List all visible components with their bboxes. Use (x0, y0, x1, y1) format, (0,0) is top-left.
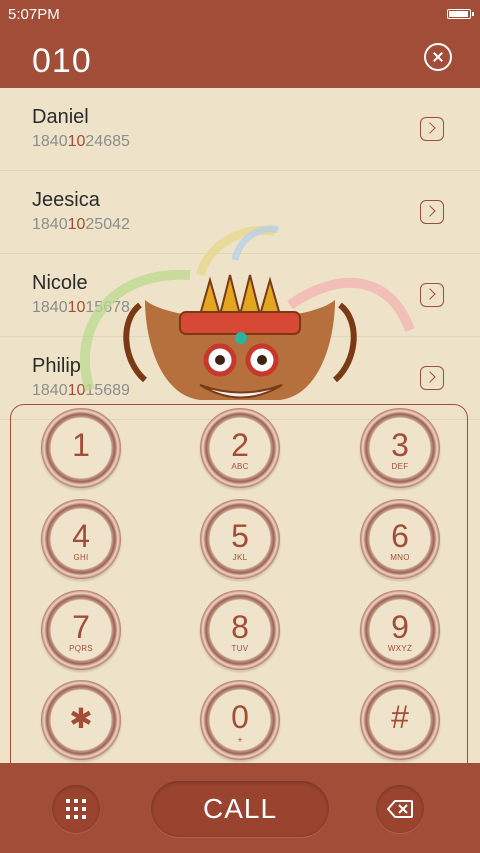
contact-name: Jeesica (32, 189, 100, 211)
key-star[interactable]: ✱ (41, 680, 121, 760)
contact-detail-arrow-icon[interactable] (420, 366, 444, 390)
contact-detail-arrow-icon[interactable] (420, 283, 444, 307)
contact-item-jeesica[interactable]: Jeesica 18401025042 (0, 171, 480, 254)
key-digit: 4 (72, 518, 90, 554)
backspace-button[interactable] (376, 785, 424, 833)
key-digit: 2 (231, 427, 249, 463)
phone-match: 10 (67, 216, 86, 233)
contact-name: Nicole (32, 272, 88, 294)
bottom-action-bar: CALL (0, 763, 480, 853)
dial-header: 010 (0, 28, 480, 88)
key-digit: 9 (391, 609, 409, 645)
contact-detail-arrow-icon[interactable] (420, 200, 444, 224)
contact-suggestions-list: Daniel 18401024685 Jeesica 18401025042 N… (0, 88, 480, 420)
contact-item-daniel[interactable]: Daniel 18401024685 (0, 88, 480, 171)
key-letters: JKL (232, 553, 248, 562)
key-letters: TUV (231, 644, 249, 653)
battery-fill (449, 11, 468, 17)
contact-phone: 18401015689 (32, 382, 130, 400)
key-letters: WXYZ (387, 644, 413, 653)
key-1[interactable]: 1 (41, 408, 121, 488)
contact-phone: 18401025042 (32, 216, 130, 234)
battery-icon (447, 9, 474, 19)
key-letters: ABC (231, 462, 249, 471)
backspace-icon (387, 800, 413, 818)
key-0[interactable]: 0 + (200, 680, 280, 760)
dialpad-toggle-button[interactable] (52, 785, 100, 833)
phone-suffix: 15689 (85, 382, 130, 399)
key-digit: 8 (231, 609, 249, 645)
key-hash[interactable]: # (360, 680, 440, 760)
key-7[interactable]: 7 PQRS (41, 590, 121, 670)
key-digit: 0 (231, 699, 249, 735)
dialed-number: 010 (32, 42, 92, 80)
dial-keypad: 1 2 ABC 3 DEF 4 GHI 5 JKL 6 MNO 7 PQRS 8… (10, 404, 468, 774)
contact-name: Philip (32, 355, 81, 377)
status-bar: 5:07PM (0, 0, 480, 28)
phone-prefix: 1840 (32, 216, 68, 233)
key-letters: GHI (73, 553, 89, 562)
key-letters: PQRS (69, 644, 93, 653)
contact-item-nicole[interactable]: Nicole 18401015678 (0, 254, 480, 337)
key-letters: DEF (391, 462, 409, 471)
contact-detail-arrow-icon[interactable] (420, 117, 444, 141)
key-digit: 3 (391, 427, 409, 463)
key-digit: 6 (391, 518, 409, 554)
phone-suffix: 25042 (85, 216, 130, 233)
star-icon: ✱ (69, 703, 93, 734)
key-digit: 5 (231, 518, 249, 554)
phone-prefix: 1840 (32, 382, 68, 399)
contact-phone: 18401015678 (32, 299, 130, 317)
key-letters: + (237, 735, 243, 745)
key-3[interactable]: 3 DEF (360, 408, 440, 488)
phone-prefix: 1840 (32, 299, 68, 316)
key-4[interactable]: 4 GHI (41, 499, 121, 579)
phone-match: 10 (67, 133, 86, 150)
phone-suffix: 15678 (85, 299, 130, 316)
key-digit: 1 (72, 427, 90, 463)
key-6[interactable]: 6 MNO (360, 499, 440, 579)
key-8[interactable]: 8 TUV (200, 590, 280, 670)
key-2[interactable]: 2 ABC (200, 408, 280, 488)
phone-prefix: 1840 (32, 133, 68, 150)
key-5[interactable]: 5 JKL (200, 499, 280, 579)
dialpad-grid-icon (66, 799, 86, 819)
phone-suffix: 24685 (85, 133, 130, 150)
phone-match: 10 (67, 299, 86, 316)
key-letters: MNO (390, 553, 410, 562)
status-time: 5:07PM (8, 6, 60, 23)
key-digit: 7 (72, 609, 90, 645)
contact-name: Daniel (32, 106, 89, 128)
phone-match: 10 (67, 382, 86, 399)
call-button[interactable]: CALL (151, 781, 329, 837)
contact-phone: 18401024685 (32, 133, 130, 151)
key-digit: # (391, 699, 409, 735)
key-9[interactable]: 9 WXYZ (360, 590, 440, 670)
clear-number-button[interactable] (424, 43, 452, 71)
